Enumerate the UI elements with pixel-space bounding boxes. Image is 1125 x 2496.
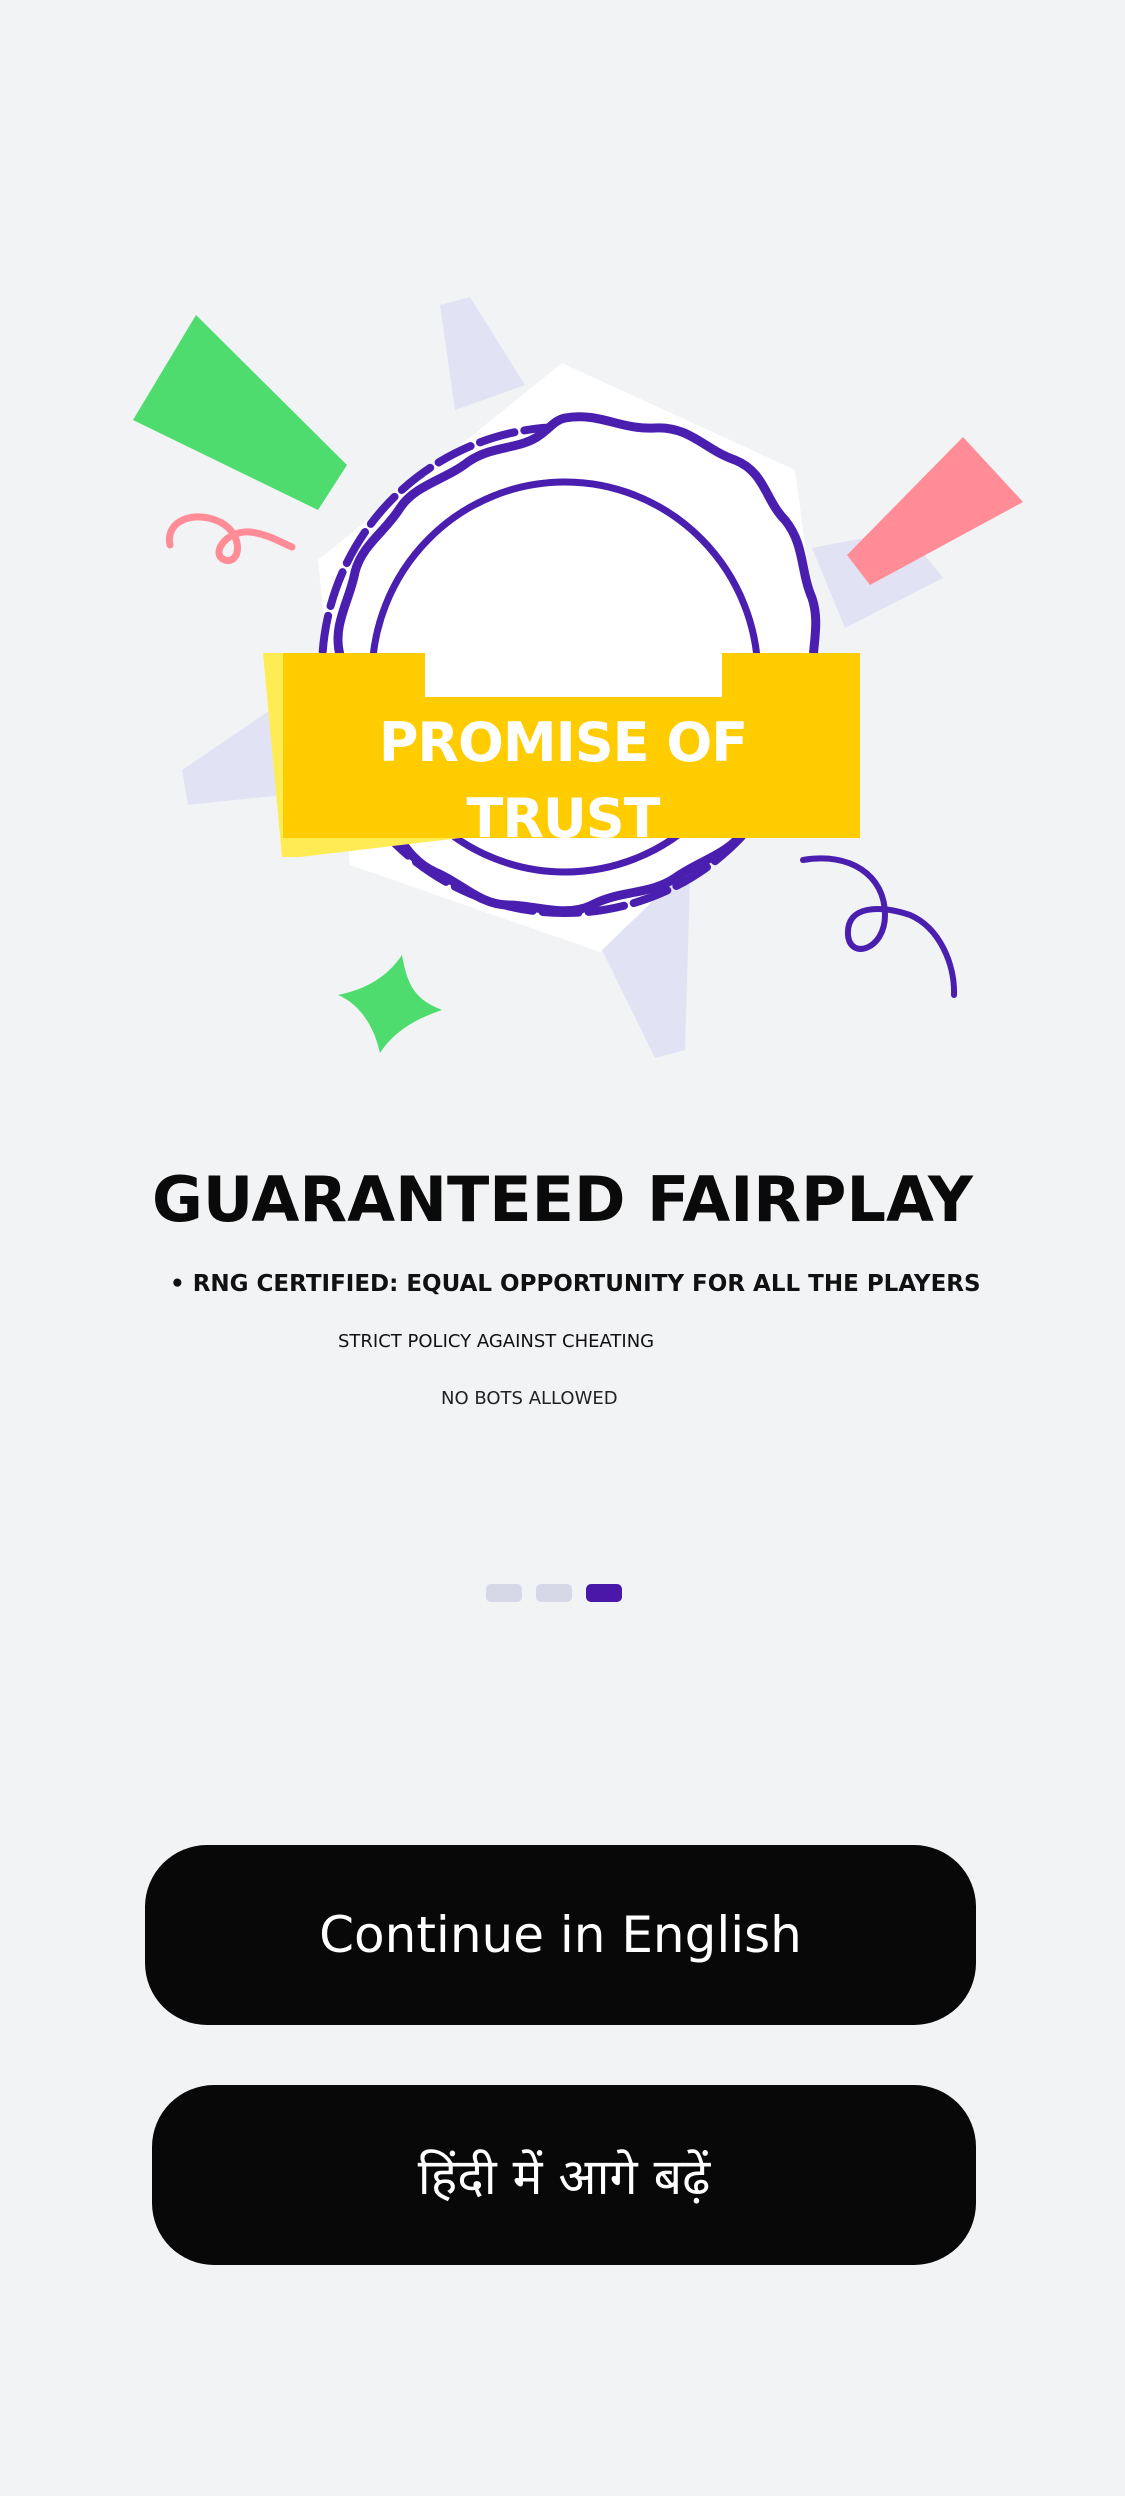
certificate-badge-graphic <box>133 297 1023 1058</box>
pink-squiggle <box>166 513 296 564</box>
continue-english-label: Continue in English <box>319 1906 802 1964</box>
lavender-shard-top <box>440 297 525 410</box>
trust-illustration: PROMISE OF TRUST <box>0 0 1125 1110</box>
continue-hindi-button[interactable]: हिंदी में आगे बढ़ें <box>152 2085 976 2265</box>
page-title: GUARANTEED FAIRPLAY <box>152 1163 973 1236</box>
green-sparkle <box>338 955 442 1053</box>
feature-bullet-cheating: STRICT POLICY AGAINST CHEATING <box>338 1331 655 1352</box>
page-dot-3[interactable] <box>586 1584 622 1602</box>
feature-bullet-rng: • RNG CERTIFIED: EQUAL OPPORTUNITY FOR A… <box>170 1271 981 1297</box>
page-dot-1[interactable] <box>486 1584 522 1602</box>
pink-wedge <box>847 437 1023 585</box>
continue-hindi-label: हिंदी में आगे बढ़ें <box>417 2148 711 2206</box>
badge-label: PROMISE OF TRUST <box>378 711 748 850</box>
page-indicator <box>486 1584 626 1602</box>
feature-bullet-bots: NO BOTS ALLOWED <box>441 1388 618 1409</box>
continue-english-button[interactable]: Continue in English <box>145 1845 976 2025</box>
green-wedge <box>133 315 347 510</box>
purple-squiggle <box>800 855 958 998</box>
page-dot-2[interactable] <box>536 1584 572 1602</box>
